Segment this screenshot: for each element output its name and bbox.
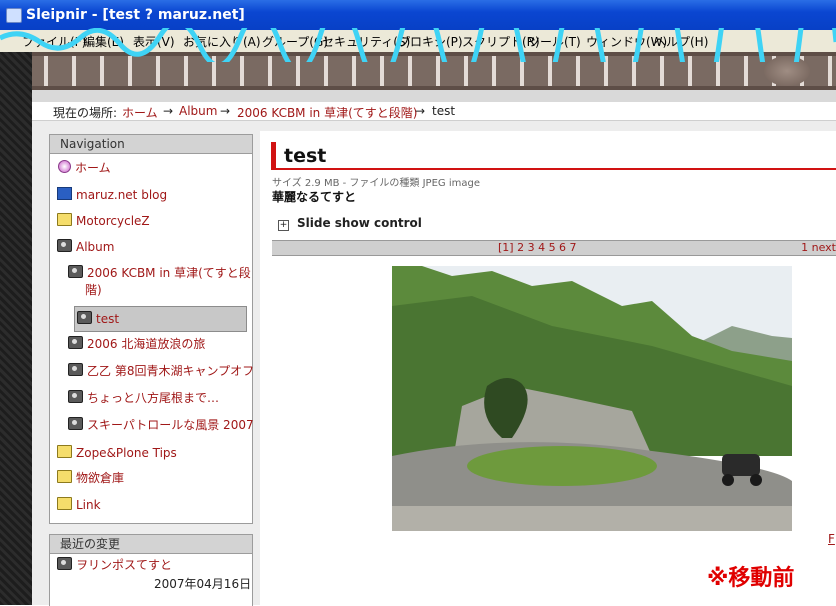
camera-folder-icon — [68, 363, 83, 376]
photo-road-edge — [392, 506, 792, 531]
breadcrumb-prefix: 現在の場所: — [53, 106, 118, 120]
nav-item-test[interactable]: test — [77, 311, 119, 328]
header-strip — [32, 90, 836, 102]
nav-item-label: 乙乙 第8回青木湖キャンプオフ — [87, 364, 255, 378]
recent-item[interactable]: ヲリンポスてすと — [57, 557, 172, 574]
nav-item-home[interactable]: ホーム — [58, 160, 111, 177]
nav-item-label: 階) — [85, 283, 102, 297]
expand-icon: + — [278, 220, 289, 231]
nav-item-label: 2006 KCBM in 草津(てすと段 — [87, 266, 251, 280]
nav-item-label: 2006 北海道放浪の旅 — [87, 337, 206, 351]
recent-changes-title: 最近の変更 — [50, 535, 252, 554]
nav-item-label: Zope&Plone Tips — [76, 446, 177, 460]
breadcrumb-current: test — [432, 104, 456, 118]
home-icon — [58, 160, 71, 173]
nav-item-motorcyclez[interactable]: MotorcycleZ — [57, 213, 150, 230]
camera-folder-icon — [68, 390, 83, 403]
torn-wave-overlay — [0, 28, 836, 62]
nav-item-blog[interactable]: maruz.net blog — [57, 187, 167, 204]
folder-icon — [57, 445, 72, 458]
photo-motorcycle — [722, 454, 760, 476]
pagination-bar: [1] 2 3 4 5 6 7 1 next — [272, 240, 836, 256]
nav-item-label: 物欲倉庫 — [76, 471, 125, 485]
nav-item-label: ちょっと八方尾根まで… — [87, 391, 220, 405]
recent-item-label: ヲリンポスてすと — [76, 558, 173, 572]
page-numbers[interactable]: [1] 2 3 4 5 6 7 — [498, 241, 577, 254]
sleipnir-app-icon — [6, 8, 22, 23]
nav-item-zope[interactable]: Zope&Plone Tips — [57, 445, 177, 462]
window-titlebar[interactable]: Sleipnir - [test ? maruz.net] — [0, 0, 836, 30]
nav-item-camp[interactable]: 乙乙 第8回青木湖キャンプオフ — [68, 363, 254, 380]
nav-item-label: MotorcycleZ — [76, 214, 150, 228]
nav-item-album[interactable]: Album — [57, 239, 114, 256]
browser-side-frame — [0, 30, 32, 605]
page-title-text: test — [284, 145, 327, 167]
camera-folder-icon — [68, 265, 83, 278]
nav-item-label: test — [96, 312, 120, 326]
nav-item-happo[interactable]: ちょっと八方尾根まで… — [68, 390, 219, 407]
breadcrumb: 現在の場所: ホーム → Album → 2006 KCBM in 草津(てすと… — [32, 102, 836, 121]
page-title: test — [271, 142, 836, 170]
camera-folder-icon — [68, 417, 83, 430]
breadcrumb-album-link[interactable]: Album — [179, 104, 217, 118]
image-description: 華麗なるてすと — [272, 190, 357, 204]
nav-item-label: ホーム — [75, 161, 111, 175]
photo-grass-island — [467, 446, 657, 486]
navigation-title: Navigation — [50, 135, 252, 154]
annotation-note: ※移動前 — [707, 566, 795, 591]
photo-image[interactable] — [392, 266, 792, 531]
photo-front-wheel — [722, 474, 734, 486]
photo-rear-wheel — [750, 474, 762, 486]
breadcrumb-arrow: → — [220, 104, 231, 118]
breadcrumb-arrow: → — [415, 104, 426, 118]
photo-full-size-link[interactable]: F — [828, 532, 835, 546]
blog-icon — [57, 187, 72, 200]
nav-item-kcbm-continued[interactable]: 階) — [85, 282, 102, 299]
recent-item-date: 2007年04月16日 — [154, 577, 252, 591]
file-meta: サイズ 2.9 MB - ファイルの種類 JPEG image — [272, 178, 480, 189]
nav-item-label: maruz.net blog — [76, 188, 168, 202]
folder-icon — [57, 213, 72, 226]
nav-item-link[interactable]: Link — [57, 497, 101, 514]
folder-icon — [57, 470, 72, 483]
camera-folder-icon — [68, 336, 83, 349]
nav-item-warehouse[interactable]: 物欲倉庫 — [57, 470, 124, 487]
breadcrumb-event-link[interactable]: 2006 KCBM in 草津(てすと段階) — [237, 104, 417, 121]
breadcrumb-home-link[interactable]: ホーム — [122, 104, 158, 121]
breadcrumb-arrow: → — [163, 104, 174, 118]
camera-folder-icon — [57, 239, 72, 252]
nav-item-ski[interactable]: スキーパトロールな風景 2007 — [68, 417, 254, 434]
nav-item-label: Album — [76, 240, 115, 254]
window-title: Sleipnir - [test ? maruz.net] — [26, 7, 245, 23]
folder-icon — [57, 497, 72, 510]
camera-icon — [57, 557, 72, 570]
slideshow-label: Slide show control — [297, 216, 422, 230]
nav-item-kcbm[interactable]: 2006 KCBM in 草津(てすと段 — [68, 265, 251, 282]
nav-item-label: スキーパトロールな風景 2007 — [87, 418, 254, 432]
slideshow-control-toggle[interactable]: + Slide show control — [278, 216, 422, 231]
next-link[interactable]: 1 next — [801, 241, 836, 254]
camera-icon — [77, 311, 92, 324]
nav-item-hokkaido[interactable]: 2006 北海道放浪の旅 — [68, 336, 205, 353]
nav-item-label: Link — [76, 498, 101, 512]
